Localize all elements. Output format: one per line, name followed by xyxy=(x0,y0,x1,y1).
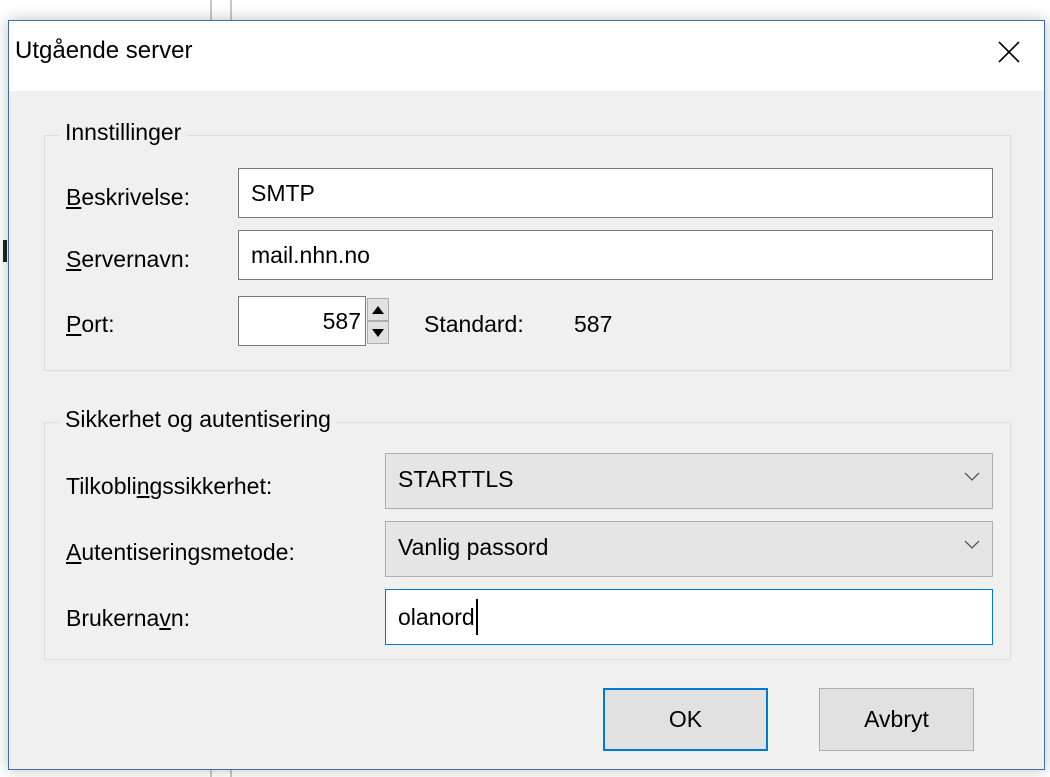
port-label: Port: xyxy=(66,311,115,337)
username-label: Brukernavn: xyxy=(66,605,191,631)
port-field[interactable]: 587 xyxy=(238,296,366,346)
auth-method-value: Vanlig passord xyxy=(398,534,549,560)
ok-button[interactable]: OK xyxy=(603,688,768,751)
description-value: SMTP xyxy=(251,179,315,206)
background-divider xyxy=(230,770,232,777)
text-cursor xyxy=(475,599,478,635)
dialog-title: Utgående server xyxy=(15,37,193,64)
server-name-label: Servernavn: xyxy=(66,246,191,272)
chevron-down-icon xyxy=(964,540,980,549)
auth-method-label: Autentiseringsmetode: xyxy=(66,539,295,565)
background-marker xyxy=(3,240,7,262)
background-divider xyxy=(230,0,232,20)
username-value: olanord xyxy=(398,603,475,630)
auth-method-dropdown[interactable]: Vanlig passord xyxy=(385,521,993,577)
cancel-button[interactable]: Avbryt xyxy=(819,688,974,751)
cancel-button-label: Avbryt xyxy=(864,706,929,732)
title-bar: Utgående server xyxy=(9,21,1044,91)
port-up-button[interactable] xyxy=(367,298,389,321)
connection-security-dropdown[interactable]: STARTTLS xyxy=(385,453,993,509)
default-port-label: Standard: xyxy=(424,311,524,337)
server-name-field[interactable]: mail.nhn.no xyxy=(238,230,993,280)
arrow-up-icon xyxy=(372,305,384,314)
close-icon xyxy=(998,41,1020,63)
description-label: Beskrivelse: xyxy=(66,184,190,210)
background-divider xyxy=(210,0,212,20)
port-value: 587 xyxy=(322,307,361,334)
port-spinner[interactable] xyxy=(367,298,389,344)
connection-security-value: STARTTLS xyxy=(398,466,514,492)
security-legend: Sikkerhet og autentisering xyxy=(59,406,337,433)
chevron-down-icon xyxy=(964,472,980,481)
outgoing-server-dialog: Utgående server Innstillinger Beskrivels… xyxy=(8,20,1045,770)
arrow-down-icon xyxy=(372,328,384,337)
ok-button-label: OK xyxy=(668,706,703,732)
port-down-button[interactable] xyxy=(367,321,389,344)
server-name-value: mail.nhn.no xyxy=(251,241,370,268)
background-divider xyxy=(210,770,212,777)
username-field[interactable]: olanord xyxy=(385,589,993,645)
default-port-value: 587 xyxy=(574,311,613,337)
connection-security-label: Tilkoblingssikkerhet: xyxy=(66,473,273,499)
description-field[interactable]: SMTP xyxy=(238,168,993,218)
close-button[interactable] xyxy=(974,21,1044,83)
settings-legend: Innstillinger xyxy=(59,119,188,146)
